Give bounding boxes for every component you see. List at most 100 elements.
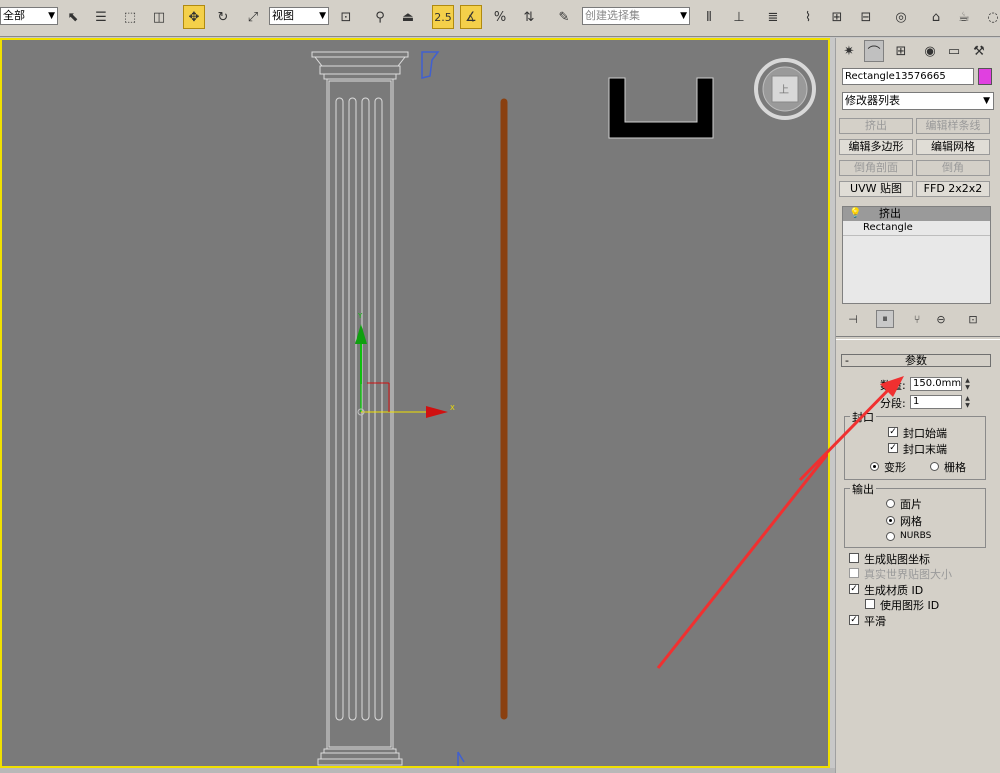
viewcube-top-label: 上 — [779, 84, 789, 96]
stack-item-extrude[interactable]: 💡 挤出 — [843, 207, 990, 221]
modifier-list-dropdown[interactable]: 修改器列表 ▼ — [842, 92, 994, 110]
profile-shape-bottom[interactable] — [457, 751, 465, 766]
edit-named-selection-icon[interactable]: ✎ — [553, 5, 575, 29]
chevron-down-icon: ▼ — [680, 11, 687, 21]
spinner-snap-icon[interactable]: ⇅ — [518, 5, 540, 29]
motion-tab-icon[interactable]: ◉ — [920, 40, 940, 62]
parameters-rollout-header[interactable]: - 参数 — [841, 354, 991, 367]
real-world-label: 真实世界贴图大小 — [864, 568, 952, 581]
gen-material-id-checkbox[interactable]: ✓ — [849, 584, 859, 594]
amount-spinner-icon[interactable]: ▲ ▼ — [963, 377, 972, 391]
pin-stack-icon[interactable]: ⊣ — [844, 310, 862, 328]
amount-input[interactable]: 150.0mm — [910, 377, 962, 391]
render-production-icon[interactable]: ☕ — [953, 5, 975, 29]
curve-editor-icon[interactable]: ⌇ — [797, 5, 819, 29]
modifier-list-label: 修改器列表 — [845, 94, 900, 107]
edit-mesh-button[interactable]: 编辑网格 — [916, 139, 990, 155]
reference-coord-value: 视图 — [272, 9, 294, 22]
layer-manager-icon[interactable]: ≣ — [762, 5, 784, 29]
pivot-center-icon[interactable]: ⊡ — [335, 5, 357, 29]
ffd-button[interactable]: FFD 2x2x2 — [916, 181, 990, 197]
cap-start-checkbox[interactable]: ✓ — [888, 427, 898, 437]
configure-modifier-sets-icon[interactable]: ⊡ — [964, 310, 982, 328]
lightbulb-icon[interactable]: 💡 — [849, 207, 861, 221]
gen-material-id-label: 生成材质 ID — [864, 584, 924, 597]
named-selection-placeholder: 创建选择集 — [585, 9, 640, 22]
profile-shape[interactable] — [421, 51, 440, 79]
modifier-stack: 💡 挤出 Rectangle — [842, 206, 991, 304]
morph-radio[interactable] — [870, 462, 879, 471]
output-patch-radio[interactable] — [886, 499, 895, 508]
output-mesh-radio[interactable] — [886, 516, 895, 525]
render-iterative-icon[interactable]: ◌ — [982, 5, 1000, 29]
extrude-button[interactable]: 挤出 — [839, 118, 913, 134]
use-shape-id-checkbox[interactable] — [865, 599, 875, 609]
u-shape-object[interactable] — [608, 77, 714, 139]
show-end-result-icon[interactable]: ⏸ — [876, 310, 894, 328]
segments-input[interactable]: 1 — [910, 395, 962, 409]
cap-end-checkbox[interactable]: ✓ — [888, 443, 898, 453]
real-world-checkbox[interactable] — [849, 568, 859, 578]
remove-modifier-icon[interactable]: ⊖ — [932, 310, 950, 328]
column-object[interactable] — [311, 51, 409, 766]
stack-item-extrude-label: 挤出 — [879, 207, 901, 220]
chevron-down-icon: ▼ — [319, 11, 326, 21]
rendered-frame-icon[interactable]: ⌂ — [925, 5, 947, 29]
select-move-icon[interactable]: ✥ — [183, 5, 205, 29]
grid-label: 栅格 — [944, 461, 966, 474]
utilities-tab-icon[interactable]: ⚒ — [969, 40, 989, 62]
object-color-swatch[interactable] — [978, 68, 992, 85]
hierarchy-tab-icon[interactable]: ⊞ — [891, 40, 911, 62]
segments-spinner-icon[interactable]: ▲ ▼ — [963, 395, 972, 409]
stack-item-rectangle[interactable]: Rectangle — [843, 221, 990, 236]
select-scale-icon[interactable]: ⤢ — [242, 5, 264, 29]
window-crossing-icon[interactable]: ◫ — [148, 5, 170, 29]
amount-value: 150.0mm — [913, 378, 962, 389]
keyboard-shortcut-icon[interactable]: ⏏ — [397, 5, 419, 29]
viewport-canvas: X Y 上 — [311, 51, 828, 766]
display-tab-icon[interactable]: ▭ — [944, 40, 964, 62]
create-tab-icon[interactable]: ✷ — [839, 40, 859, 62]
edit-poly-button[interactable]: 编辑多边形 — [839, 139, 913, 155]
output-nurbs-label: NURBS — [900, 531, 932, 541]
cap-start-label: 封口始端 — [903, 427, 947, 440]
selection-filter-value: 全部 — [3, 9, 25, 22]
chevron-down-icon: ▼ — [48, 11, 55, 21]
selection-filter-dropdown[interactable]: 全部 ▼ — [0, 7, 58, 25]
command-panel: ✷ ⌒ ⊞ ◉ ▭ ⚒ Rectangle13576665 修改器列表 ▼ 挤出… — [835, 38, 1000, 773]
align-icon[interactable]: ⊥ — [728, 5, 750, 29]
gizmo-axis-x-label: X — [450, 404, 455, 412]
object-name-field[interactable]: Rectangle13576665 — [842, 68, 974, 85]
percent-snap-icon[interactable]: % — [489, 5, 511, 29]
uvw-map-button[interactable]: UVW 贴图 — [839, 181, 913, 197]
mirror-icon[interactable]: ⫴ — [698, 5, 720, 29]
morph-label: 变形 — [884, 461, 906, 474]
bevel-button[interactable]: 倒角 — [916, 160, 990, 176]
angle-snap-icon[interactable]: ∡ — [460, 5, 482, 29]
gen-mapping-checkbox[interactable] — [849, 553, 859, 563]
snap-value-label: 2.5 — [434, 10, 452, 24]
bevel-profile-button[interactable]: 倒角剖面 — [839, 160, 913, 176]
render-setup-icon[interactable]: ◎ — [890, 5, 912, 29]
make-unique-icon[interactable]: ⑂ — [908, 310, 926, 328]
named-selection-dropdown[interactable]: 创建选择集 ▼ — [582, 7, 690, 25]
select-rotate-icon[interactable]: ↻ — [212, 5, 234, 29]
perspective-viewport[interactable]: X Y 上 — [0, 38, 830, 768]
smooth-checkbox[interactable]: ✓ — [849, 615, 859, 625]
output-mesh-label: 网格 — [900, 515, 922, 528]
link-icon[interactable]: ⚲ — [369, 5, 391, 29]
annotation-arrow — [656, 451, 828, 669]
snap-toggle-icon[interactable]: 2.5 — [432, 5, 454, 29]
material-editor-icon[interactable]: ⊟ — [855, 5, 877, 29]
modify-tab-icon[interactable]: ⌒ — [864, 40, 884, 62]
edit-spline-button[interactable]: 编辑样条线 — [916, 118, 990, 134]
select-by-name-icon[interactable]: ☰ — [90, 5, 112, 29]
output-nurbs-radio[interactable] — [886, 532, 895, 541]
object-name-value: Rectangle13576665 — [845, 71, 946, 82]
schematic-view-icon[interactable]: ⊞ — [826, 5, 848, 29]
reference-coord-dropdown[interactable]: 视图 ▼ — [269, 7, 329, 25]
grid-radio[interactable] — [930, 462, 939, 471]
rectangular-region-icon[interactable]: ⬚ — [119, 5, 141, 29]
segments-value: 1 — [913, 396, 920, 407]
select-object-icon[interactable]: ⬉ — [62, 5, 84, 29]
